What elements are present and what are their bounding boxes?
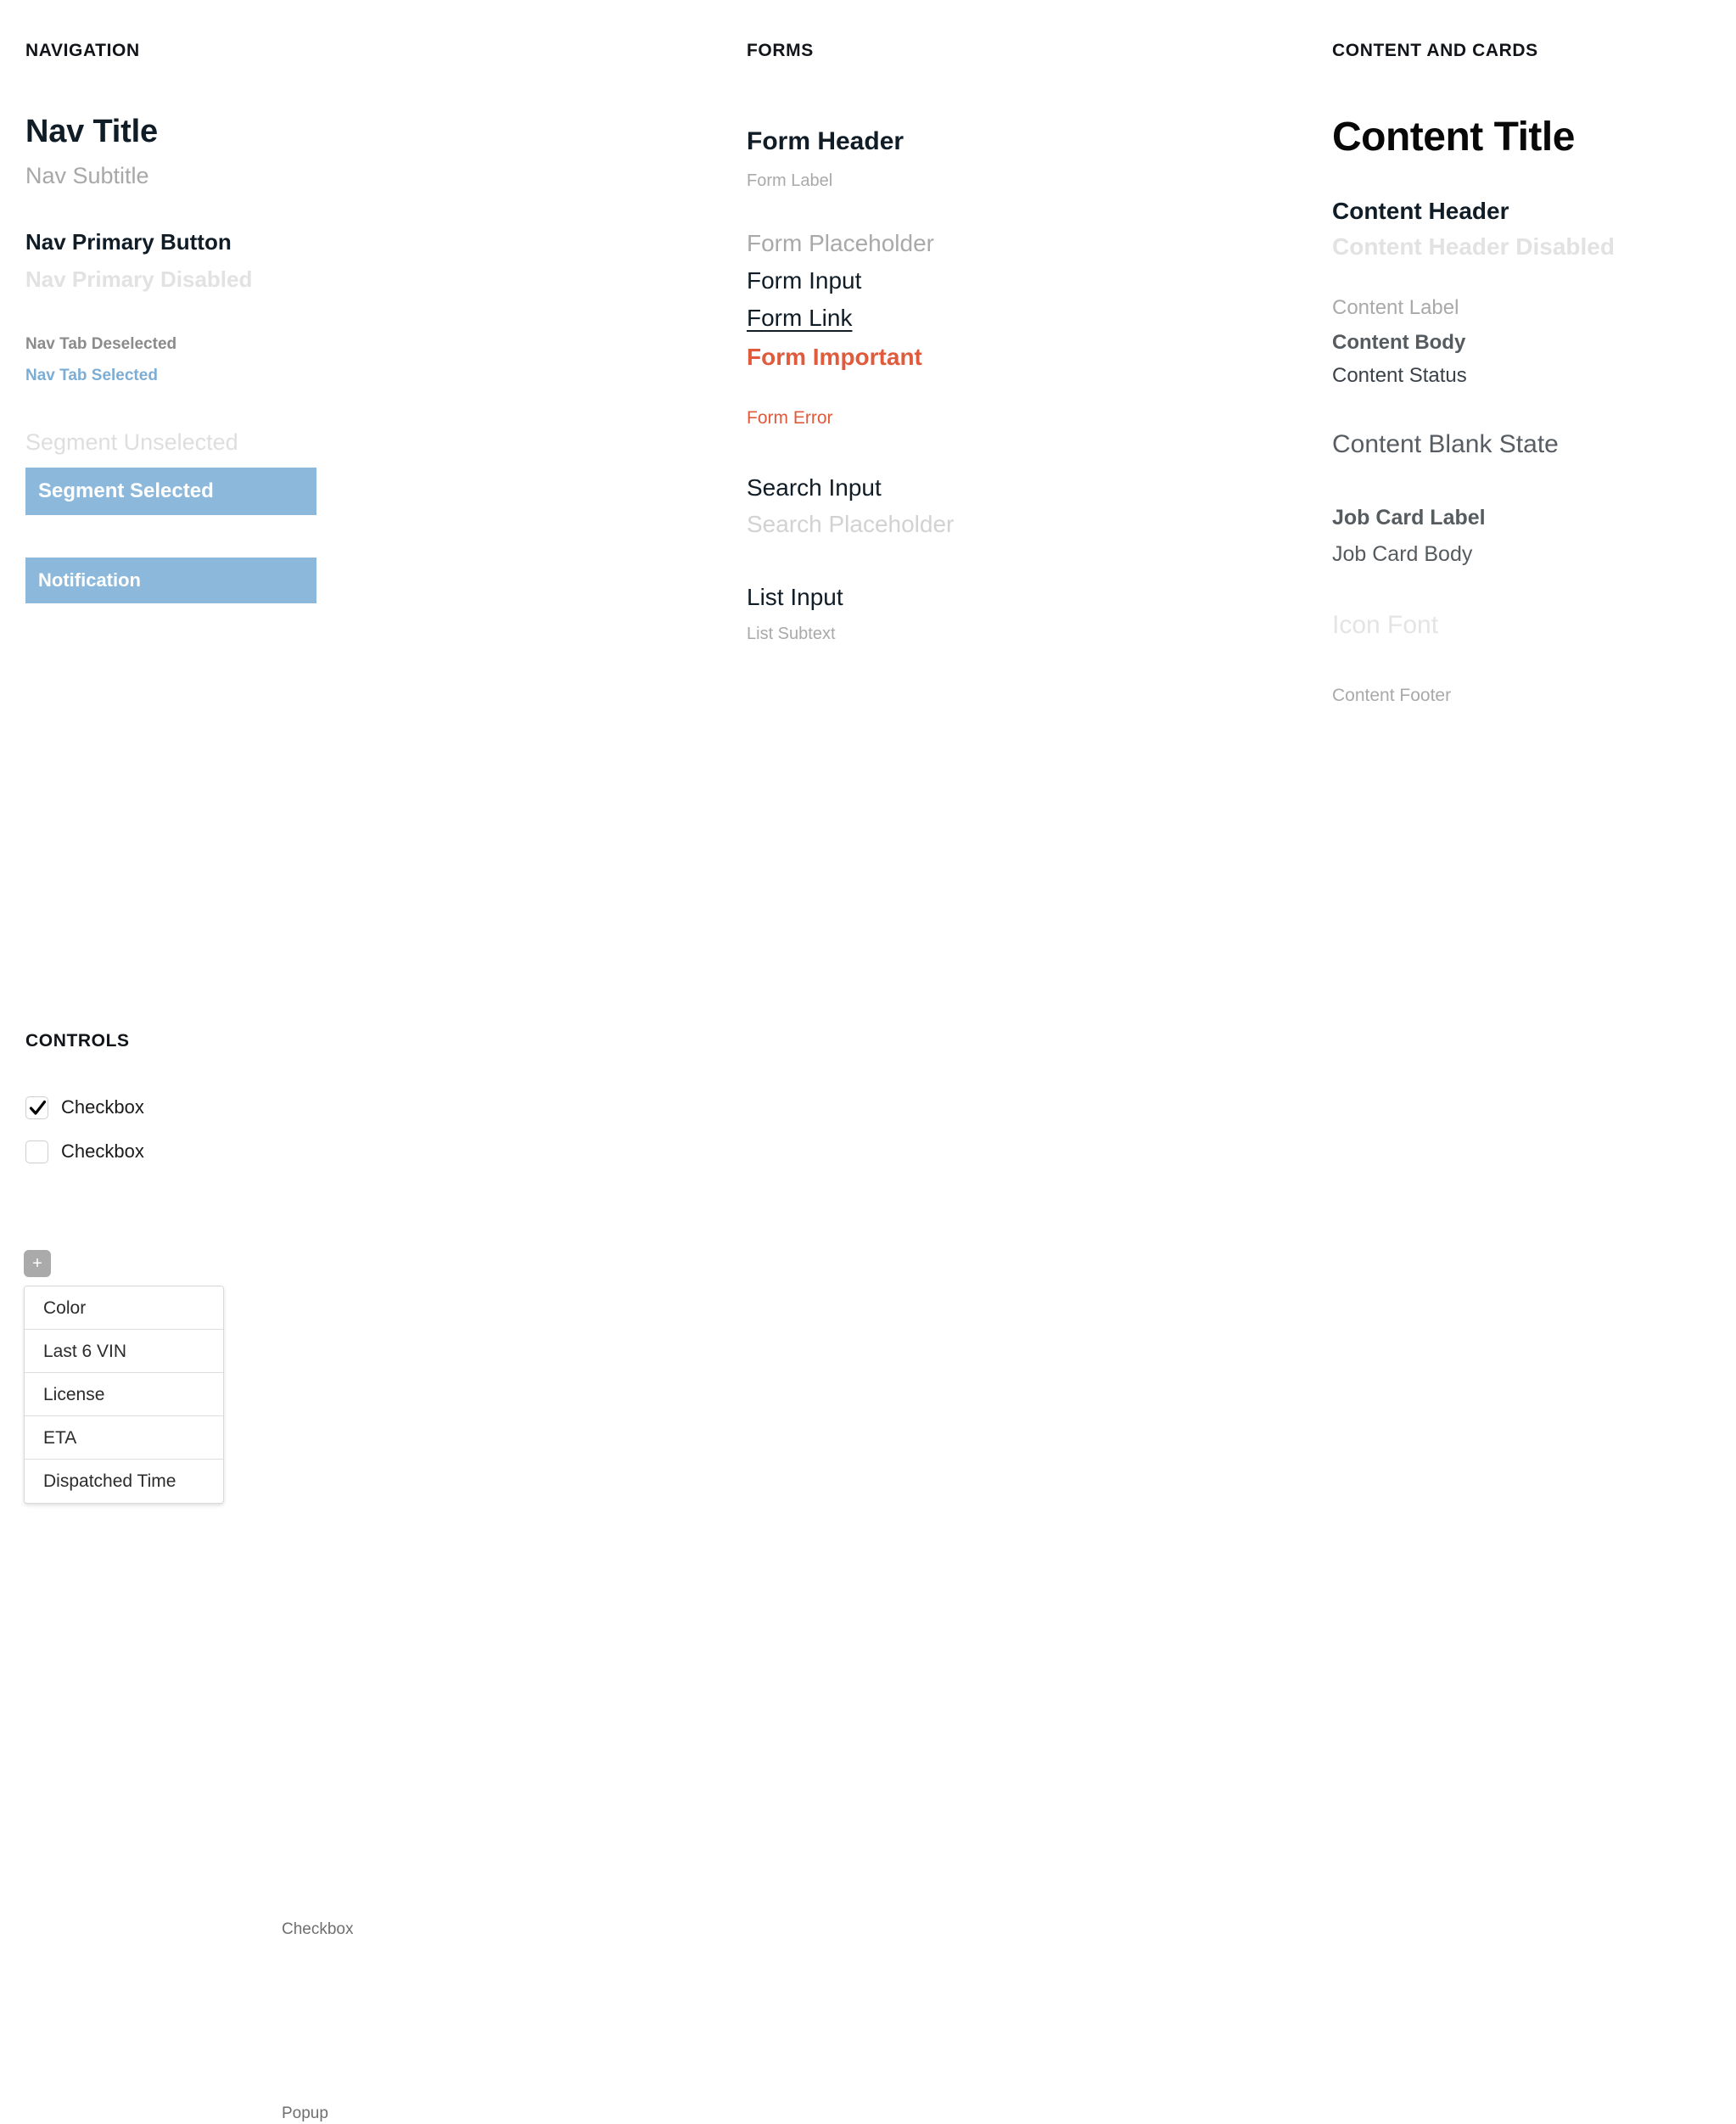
content-header-disabled: Content Header Disabled — [1332, 233, 1615, 260]
notification-banner[interactable]: Notification — [25, 557, 316, 603]
annotation-checkbox: Checkbox — [282, 1920, 354, 1938]
style-guide-board: NAVIGATION Nav Title Nav Subtitle Nav Pr… — [0, 0, 1736, 2122]
nav-primary-button[interactable]: Nav Primary Button — [25, 229, 552, 255]
icon-font-sample: Icon Font — [1332, 610, 1439, 639]
search-input-placeholder[interactable]: Search Placeholder — [747, 511, 1273, 538]
nav-tab-deselected[interactable]: Nav Tab Deselected — [25, 335, 552, 355]
content-status: Content Status — [1332, 364, 1467, 388]
section-title-content-and-cards: CONTENT AND CARDS — [1332, 41, 1538, 60]
list-input-value[interactable]: List Input — [747, 584, 1273, 611]
segment-unselected[interactable]: Segment Unselected — [25, 429, 552, 456]
list-subtext: List Subtext — [747, 624, 836, 643]
form-input-value[interactable]: Form Input — [747, 267, 1273, 294]
content-label: Content Label — [1332, 296, 1459, 320]
search-input-value[interactable]: Search Input — [747, 474, 1273, 502]
popup-menu-item-eta[interactable]: ETA — [25, 1416, 223, 1460]
form-important-text: Form Important — [747, 344, 922, 371]
section-title-forms: FORMS — [747, 41, 814, 60]
content-header: Content Header — [1332, 197, 1509, 224]
checkbox-unchecked-icon[interactable] — [25, 1140, 48, 1163]
form-link[interactable]: Form Link — [747, 305, 852, 332]
checkbox-checked-label: Checkbox — [61, 1096, 144, 1118]
popup-menu[interactable]: Color Last 6 VIN License ETA Dispatched … — [24, 1286, 224, 1504]
checkbox-unchecked-label: Checkbox — [61, 1140, 144, 1162]
content-blank-state: Content Blank State — [1332, 429, 1559, 458]
checkbox-row-unchecked[interactable]: Checkbox — [25, 1138, 552, 1165]
forms-column: FORMS Form Header Form Label Form Placeh… — [747, 0, 1273, 644]
content-footer: Content Footer — [1332, 686, 1452, 706]
nav-subtitle: Nav Subtitle — [25, 162, 149, 188]
popup-menu-item-dispatched-time[interactable]: Dispatched Time — [25, 1460, 223, 1503]
nav-tab-selected[interactable]: Nav Tab Selected — [25, 367, 552, 386]
content-title: Content Title — [1332, 115, 1575, 160]
segment-selected[interactable]: Segment Selected — [25, 467, 316, 515]
popup-menu-item-last-6-vin[interactable]: Last 6 VIN — [25, 1330, 223, 1373]
controls-column: CONTROLS Checkbox Checkbox Checkbox Popu… — [25, 1031, 552, 2122]
popup-menu-item-color[interactable]: Color — [25, 1286, 223, 1330]
plus-icon-button[interactable]: + — [24, 1250, 51, 1277]
content-and-cards-column: CONTENT AND CARDS Content Title Content … — [1332, 0, 1731, 707]
form-label: Form Label — [747, 171, 833, 190]
popup-menu-item-license[interactable]: License — [25, 1373, 223, 1416]
navigation-column: NAVIGATION Nav Title Nav Subtitle Nav Pr… — [25, 0, 552, 603]
annotation-popup: Popup — [282, 2104, 328, 2122]
checkbox-row-checked[interactable]: Checkbox — [25, 1094, 552, 1121]
content-body: Content Body — [1332, 330, 1466, 354]
form-placeholder-text[interactable]: Form Placeholder — [747, 230, 1273, 257]
popup-block: + Color Last 6 VIN License ETA Dispatche… — [24, 1250, 224, 1504]
checkbox-checked-icon[interactable] — [25, 1096, 48, 1119]
section-title-navigation: NAVIGATION — [25, 41, 140, 60]
form-header: Form Header — [747, 127, 904, 155]
nav-primary-disabled-button: Nav Primary Disabled — [25, 266, 253, 292]
nav-title: Nav Title — [25, 114, 158, 149]
job-card-label: Job Card Label — [1332, 506, 1486, 530]
job-card-body: Job Card Body — [1332, 542, 1473, 567]
section-title-controls: CONTROLS — [25, 1031, 130, 1051]
form-error-text: Form Error — [747, 408, 833, 429]
